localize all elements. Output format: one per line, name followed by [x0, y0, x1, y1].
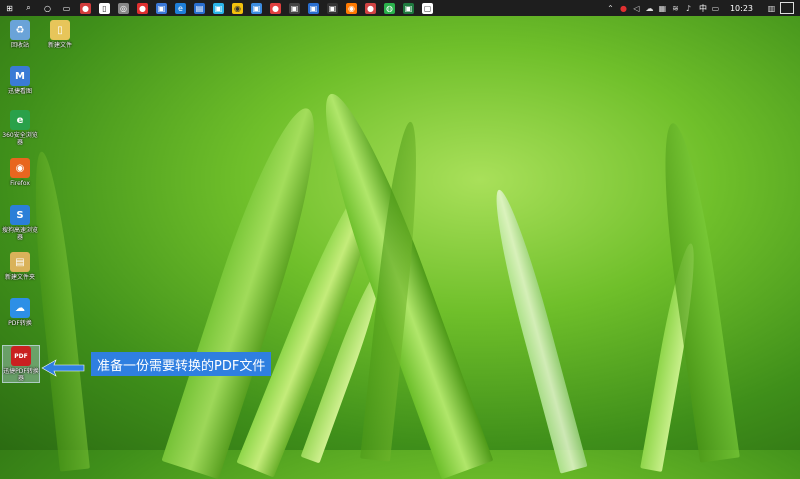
desktop-icon-label: 360安全浏览器: [2, 132, 38, 146]
wifi-icon[interactable]: ≋: [671, 4, 680, 13]
app-icon-4[interactable]: ▤: [194, 2, 205, 14]
notification-center-icon[interactable]: [780, 2, 794, 14]
ime-indicator[interactable]: 中: [699, 3, 707, 14]
app-icon-9[interactable]: ▣: [308, 2, 319, 14]
speaker-icon[interactable]: ♪: [684, 4, 693, 13]
edge-icon[interactable]: e: [175, 2, 186, 14]
app-tray-icon[interactable]: ●: [619, 4, 628, 13]
excel-icon[interactable]: ▣: [403, 2, 414, 14]
notification-app-icon[interactable]: ▥: [767, 4, 776, 13]
desktop-icon[interactable]: ◉ Firefox: [2, 158, 38, 187]
desktop-icon-image: ▯: [50, 20, 70, 40]
system-tray: ⌃ ● ◁ ☁ ▦ ≋ ♪ 中 ▭ 10:23 ▥: [602, 0, 800, 16]
app-icon-12[interactable]: ●: [365, 2, 376, 14]
desktop-icon[interactable]: ▯ 新建文件: [42, 20, 78, 49]
keyboard-icon[interactable]: ▭: [711, 4, 720, 13]
wallpaper: [0, 0, 800, 479]
desktop-icon[interactable]: ▤ 新建文件夹: [2, 252, 38, 281]
app-icon-5[interactable]: ▣: [213, 2, 224, 14]
instruction-callout: 准备一份需要转换的PDF文件: [91, 352, 272, 376]
clock[interactable]: 10:23: [730, 4, 753, 13]
desktop-icon-label: 迅捷看图: [7, 88, 32, 95]
volume-icon[interactable]: ◁: [632, 4, 641, 13]
desktop-icon-image: ♻: [10, 20, 30, 40]
task-view-icon[interactable]: ▭: [61, 2, 72, 14]
chrome-icon[interactable]: ◉: [232, 2, 243, 14]
media-icon[interactable]: ◎: [118, 2, 129, 14]
desktop-icon[interactable]: M 迅捷看图: [2, 66, 38, 95]
app-icon-11[interactable]: ◉: [346, 2, 357, 14]
desktop-icon[interactable]: ☁ PDF转换: [2, 298, 38, 327]
desktop-icon-label: Firefox: [10, 180, 30, 187]
desktop-icon-label: 迅捷PDF转换器: [3, 368, 39, 382]
desktop-icon-label: 搜狗高速浏览器: [2, 227, 39, 241]
desktop-icon-label: 新建文件: [47, 42, 72, 49]
desktop-icon-label: 回收站: [10, 42, 29, 49]
file-icon[interactable]: ▯: [99, 2, 110, 14]
desktop-icon[interactable]: ♻ 回收站: [2, 20, 38, 49]
desktop-icon[interactable]: e 360安全浏览器: [2, 110, 38, 146]
desktop-icon-image: ◉: [10, 158, 30, 178]
desktop-icon-label: 新建文件夹: [4, 274, 35, 281]
taskbar: ⊞ ⌕ ○ ▭ ● ▯ ◎ ● ▣ e ▤ ▣ ◉ ▣ ● ▣ ▣ ▣ ◉ ● ◍ ▣ ▢ ⌃ ● ◁ ☁ ▦ ≋ ♪ 中 …: [0, 0, 800, 16]
desktop-icon-image: S: [10, 205, 30, 225]
app-icon-3[interactable]: ▣: [156, 2, 167, 14]
wechat-icon[interactable]: ◍: [384, 2, 395, 14]
desktop-icon-image: ▤: [10, 252, 30, 272]
cortana-icon[interactable]: ○: [42, 2, 53, 14]
app-icon-1[interactable]: ●: [80, 2, 91, 14]
desktop-icon[interactable]: S 搜狗高速浏览器: [2, 205, 38, 241]
desktop-icon-image: e: [10, 110, 30, 130]
app-icon-6[interactable]: ▣: [251, 2, 262, 14]
arrow-left-icon: [41, 359, 85, 377]
desktop-icon-image: PDF: [11, 346, 31, 366]
app-icon-13[interactable]: ▢: [422, 2, 433, 14]
desktop-icon-image: ☁: [10, 298, 30, 318]
chevron-up-icon[interactable]: ⌃: [606, 4, 615, 13]
cloud-icon[interactable]: ☁: [645, 4, 654, 13]
taskbar-icons: ⊞ ⌕ ○ ▭ ● ▯ ◎ ● ▣ e ▤ ▣ ◉ ▣ ● ▣ ▣ ▣ ◉ ● ◍ ▣ ▢: [0, 0, 433, 16]
app-icon-10[interactable]: ▣: [327, 2, 338, 14]
app-icon-8[interactable]: ▣: [289, 2, 300, 14]
app-icon-7[interactable]: ●: [270, 2, 281, 14]
windows-start-icon[interactable]: ⊞: [4, 2, 15, 14]
network-icon[interactable]: ▦: [658, 4, 667, 13]
desktop-icon-image: M: [10, 66, 30, 86]
desktop-icon-label: PDF转换: [8, 320, 32, 327]
app-icon-2[interactable]: ●: [137, 2, 148, 14]
desktop-icon[interactable]: PDF 迅捷PDF转换器: [2, 345, 40, 383]
search-icon[interactable]: ⌕: [23, 2, 34, 14]
